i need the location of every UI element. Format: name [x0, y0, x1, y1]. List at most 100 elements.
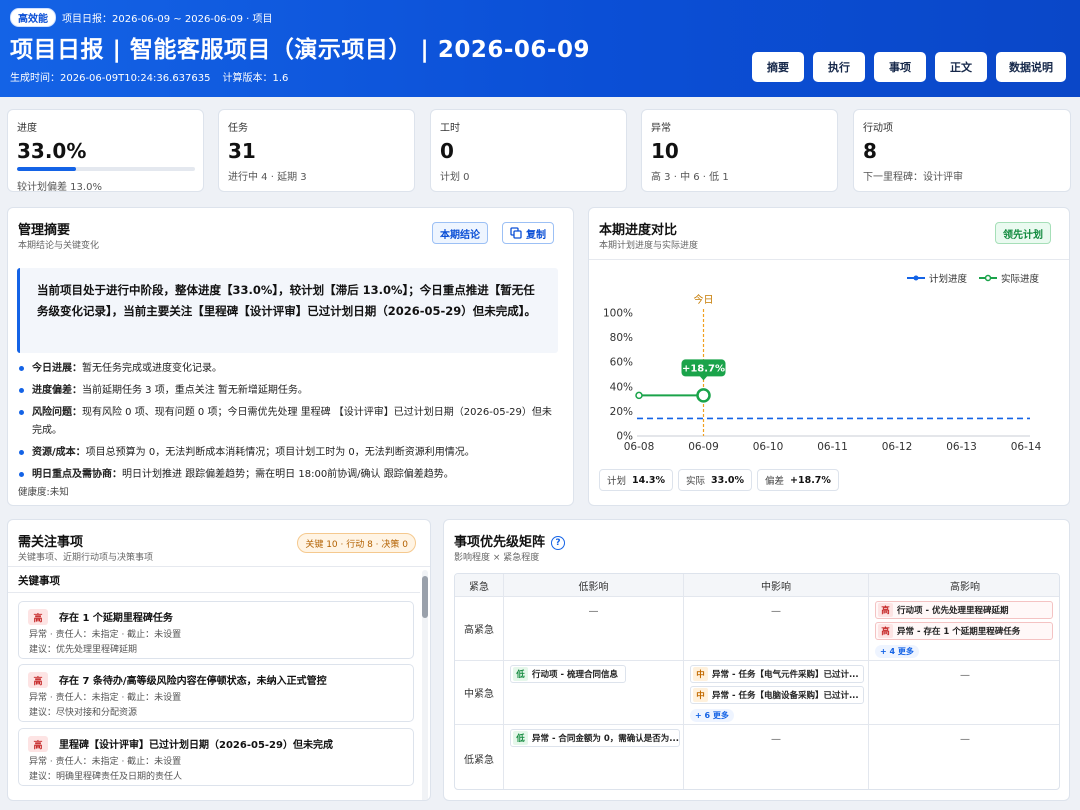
help-icon[interactable]: ? — [551, 535, 566, 550]
kpi-label: 异常 — [651, 123, 671, 134]
y-tick-label: 80% — [610, 332, 633, 344]
panel-subtitle: 本期结论与关键变化 — [18, 241, 100, 251]
summary-bullets: 今日进展：暂无任务完成或进度变化记录。 进度偏差：当前延期任务 3 项，重点关注… — [18, 360, 558, 488]
panel-title: 事项优先级矩阵? — [454, 531, 566, 550]
nav-items-button[interactable]: 事项 — [874, 52, 926, 82]
kpi-progress: 进度 33.0% 较计划偏差 13.0% — [7, 109, 204, 193]
deviation-callout-tail — [699, 375, 708, 381]
col-header-mid: 中影响 — [684, 574, 869, 597]
summary-panel: 管理摘要 本期结论与关键变化 本期结论 复制 当前项目处于进行中阶段，整体进度【… — [7, 207, 574, 506]
y-tick-label: 60% — [610, 357, 633, 369]
attention-panel: 需关注事项 关键事项、近期行动项与决策事项 关键 10 · 行动 8 · 决策 … — [7, 519, 431, 801]
nav-summary-button[interactable]: 摘要 — [752, 52, 804, 82]
kpi-anomalies: 异常 10 高 3 · 中 6 · 低 1 — [641, 109, 838, 192]
progress-line-chart: 0%20%40%60%80%100%06-08 06-09 06-10 06-11 06… — [603, 293, 1042, 453]
kpi-value: 0 — [440, 139, 454, 163]
kpi-label: 进度 — [17, 123, 37, 134]
page-title: 项目日报 | 智能客服项目（演示项目） | 2026-06-09 — [10, 37, 590, 63]
progress-panel: 本期进度对比 本期计划进度与实际进度 领先计划 计划进度 实际进度 0% 20% 4… — [588, 207, 1070, 506]
x-tick-label: 06-12 — [882, 441, 913, 453]
nav-data-notes-button[interactable]: 数据说明 — [996, 52, 1066, 82]
issue-meta: 异常 · 责任人：未指定 · 截止：未设置 — [29, 757, 182, 767]
kpi-actions: 行动项 8 下一里程碑：设计评审 — [853, 109, 1071, 192]
y-tick-label: 100% — [603, 308, 633, 320]
summary-callout: 当前项目处于进行中阶段，整体进度【33.0%】，较计划【滞后 13.0%】；今日… — [17, 268, 558, 353]
x-tick-label: 06-09 — [688, 441, 719, 453]
bullet-item: 今日进展：暂无任务完成或进度变化记录。 — [18, 360, 558, 378]
col-header-low: 低影响 — [504, 574, 684, 597]
x-tick-label: 06-10 — [753, 441, 784, 453]
copy-button[interactable]: 复制 — [502, 222, 554, 244]
stat-chip-actual: 实际 33.0% — [678, 469, 752, 491]
bullet-item: 明日重点及需协商：明日计划推进 跟踪偏差趋势；需在明日 18:00前协调/确认 … — [18, 466, 558, 484]
issue-title: 存在 1 个延期里程碑任务 — [59, 613, 173, 624]
progress-bar — [17, 167, 195, 171]
copy-label: 复制 — [526, 229, 546, 241]
nav-execution-button[interactable]: 执行 — [813, 52, 865, 82]
section-label: 关键事项 — [18, 575, 60, 587]
matrix-item[interactable]: 低行动项 - 梳理合同信息 — [510, 665, 626, 683]
stat-chip-plan: 计划 14.3% — [599, 469, 673, 491]
priority-matrix-panel: 事项优先级矩阵? 影响程度 × 紧急程度 紧急 低影响 中影响 高影响 高紧急 … — [443, 519, 1070, 801]
data-point-actual — [635, 391, 643, 400]
y-tick-label: 40% — [610, 381, 633, 393]
matrix-cell: — — [684, 725, 869, 789]
severity-badge: 高 — [28, 736, 48, 752]
issue-advice: 建议：优先处理里程碑延期 — [29, 645, 138, 655]
row-header-high: 高紧急 — [455, 597, 504, 661]
kpi-tasks: 任务 31 进行中 4 · 延期 3 — [218, 109, 415, 192]
kpi-value: 31 — [228, 139, 256, 163]
priority-matrix: 紧急 低影响 中影响 高影响 高紧急 — — 高行动项 - 优先处理里程碑延期 … — [454, 573, 1060, 790]
x-tick-label: 06-08 — [624, 441, 655, 453]
issue-title: 存在 7 条待办/高等级风险内容在停顿状态，未纳入正式管控 — [59, 676, 327, 687]
issue-advice: 建议：明确里程碑责任及日期的责任人 — [29, 772, 183, 782]
copy-icon — [510, 227, 522, 239]
bullet-item: 风险问题：现有风险 0 项、现有问题 0 项；今日需优先处理 里程碑 【设计评审… — [18, 404, 558, 440]
show-more-link[interactable]: + 4 更多 — [875, 645, 919, 658]
deviation-callout-text: +18.7% — [682, 363, 725, 374]
matrix-item[interactable]: 中异常 - 任务【电气元件采购】已过计... — [690, 665, 864, 683]
panel-title: 需关注事项 — [18, 535, 84, 550]
issue-advice: 建议：尽快对接和分配资源 — [29, 708, 138, 718]
calc-version: 计算版本：1.6 — [222, 73, 289, 84]
x-tick-label: 06-14 — [1011, 441, 1042, 453]
issue-card[interactable]: 高 存在 7 条待办/高等级风险内容在停顿状态，未纳入正式管控 异常 · 责任人… — [18, 664, 414, 722]
issue-card[interactable]: 高 里程碑【设计评审】已过计划日期（2026-05-29）但未完成 异常 · 责… — [18, 728, 414, 786]
matrix-item[interactable]: 高异常 - 存在 1 个延期里程碑任务 — [875, 622, 1053, 640]
progress-bar-fill — [17, 167, 76, 171]
matrix-cell: 低异常 - 合同金额为 0，需确认是否为... — [504, 725, 684, 789]
stat-chip-deviation: 偏差 +18.7% — [757, 469, 839, 491]
legend-actual: 实际进度 — [978, 271, 1039, 285]
kpi-value: 10 — [651, 139, 679, 163]
scroll-thumb[interactable] — [422, 576, 428, 618]
issue-card[interactable]: 高 存在 1 个延期里程碑任务 异常 · 责任人：未指定 · 截止：未设置 建议… — [18, 601, 414, 659]
matrix-cell: 中异常 - 任务【电气元件采购】已过计... 中异常 - 任务【电脑设备采购】已… — [684, 661, 869, 725]
matrix-cell: — — [869, 661, 1059, 725]
kpi-label: 任务 — [228, 123, 248, 134]
panel-title: 本期进度对比 — [599, 223, 678, 238]
panel-subtitle: 影响程度 × 紧急程度 — [454, 553, 540, 563]
row-header-low: 低紧急 — [455, 725, 504, 789]
show-more-link[interactable]: + 6 更多 — [690, 709, 734, 722]
bullet-item: 进度偏差：当前延期任务 3 项，重点关注 暂无新增延期任务。 — [18, 382, 558, 400]
kpi-sub: 下一里程碑：设计评审 — [863, 172, 963, 183]
kpi-sub: 进行中 4 · 延期 3 — [228, 172, 307, 183]
row-header-mid: 中紧急 — [455, 661, 504, 725]
legend-plan: 计划进度 — [906, 271, 967, 285]
panel-title: 管理摘要 — [18, 223, 71, 238]
matrix-item[interactable]: 高行动项 - 优先处理里程碑延期 — [875, 601, 1053, 619]
scrollbar[interactable] — [422, 570, 428, 800]
matrix-item[interactable]: 低异常 - 合同金额为 0，需确认是否为... — [510, 729, 680, 747]
severity-badge: 高 — [28, 672, 48, 688]
nav-body-button[interactable]: 正文 — [935, 52, 987, 82]
matrix-cell: — — [504, 597, 684, 661]
ahead-of-plan-tag: 领先计划 — [995, 222, 1051, 244]
issue-title: 里程碑【设计评审】已过计划日期（2026-05-29）但未完成 — [59, 740, 333, 751]
today-label: 今日 — [694, 293, 714, 306]
report-header: 高效能 项目日报：2026-06-09 ~ 2026-06-09 · 项目 项目… — [0, 0, 1080, 97]
matrix-item[interactable]: 中异常 - 任务【电脑设备采购】已过计... — [690, 686, 864, 704]
col-header-high: 高影响 — [869, 574, 1059, 597]
attention-count-badge: 关键 10 · 行动 8 · 决策 0 — [297, 533, 416, 553]
data-point-actual — [696, 388, 711, 403]
conclusion-tag: 本期结论 — [432, 222, 488, 244]
